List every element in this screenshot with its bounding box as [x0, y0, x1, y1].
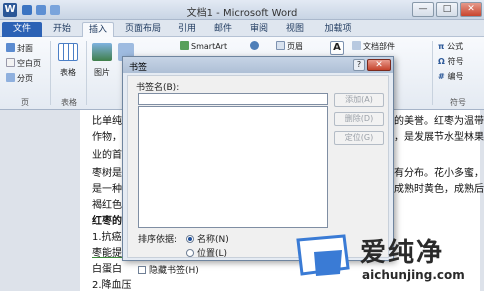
symbol-group-label: 符号 [450, 98, 466, 107]
ribbon-divider [50, 41, 51, 105]
doc-line: 1.抗癌 [92, 232, 122, 243]
delete-button[interactable]: 删除(D) [334, 112, 384, 126]
doc-line: 白蛋白 [92, 264, 122, 275]
doc-line: 的美誉。红枣为温带 [394, 116, 484, 127]
dialog-title-bar[interactable]: 书签 ? ✕ [123, 57, 393, 73]
page-break-icon [6, 73, 15, 82]
tab-references[interactable]: 引用 [172, 22, 202, 37]
doc-line: 2.降血压 [92, 280, 132, 291]
blank-page-icon [6, 58, 15, 67]
blank-page-button[interactable]: 空白页 [6, 58, 41, 69]
help-button[interactable]: ? [353, 59, 365, 71]
watermark-logo-icon [296, 234, 350, 276]
site-watermark: 爱纯净 aichunjing.com [294, 232, 484, 291]
hidden-bookmarks-checkbox[interactable] [138, 265, 146, 274]
header-button[interactable]: 页眉 [276, 41, 303, 52]
tab-page-layout[interactable]: 页面布局 [120, 22, 166, 37]
dialog-body: 书签名(B): 添加(A) 删除(D) 定位(G) 排序依据: 名称(N) 位置… [127, 75, 389, 276]
watermark-name: 爱纯净 [360, 238, 445, 268]
bookmark-name-label: 书签名(B): [136, 83, 180, 93]
sort-by-label: 排序依据: [138, 235, 178, 245]
add-button[interactable]: 添加(A) [334, 93, 384, 107]
doc-line: ，是发展节水型林果 [394, 132, 484, 143]
globe-icon [250, 41, 259, 50]
bookmark-name-input[interactable] [138, 93, 328, 105]
minimize-button[interactable]: — [412, 2, 434, 17]
doc-line: 成熟时黄色，成熟后 [394, 184, 484, 195]
symbol-button[interactable]: Ω 符号 [438, 56, 464, 67]
title-bar: W 文档1 - Microsoft Word — □ ✕ [0, 0, 484, 20]
bookmark-dialog: 书签 ? ✕ 书签名(B): 添加(A) 删除(D) 定位(G) 排序依据: 名… [122, 56, 394, 276]
tab-insert[interactable]: 插入 [82, 22, 114, 37]
sort-by-location-option[interactable]: 位置(L) [186, 246, 227, 259]
ribbon-divider [86, 41, 87, 105]
table-button-label[interactable]: 表格 [60, 67, 76, 78]
table-icon[interactable] [58, 43, 78, 61]
page-break-button[interactable]: 分页 [6, 73, 33, 84]
header-icon [276, 41, 285, 50]
goto-button[interactable]: 定位(G) [334, 131, 384, 145]
maximize-button[interactable]: □ [436, 2, 458, 17]
numbering-button[interactable]: # 编号 [438, 71, 464, 82]
close-button[interactable]: ✕ [460, 2, 482, 17]
doc-parts-icon [352, 41, 361, 50]
doc-line: 作物， [92, 132, 122, 143]
pages-group-label: 页 [21, 98, 29, 107]
tab-review[interactable]: 审阅 [244, 22, 274, 37]
smartart-button[interactable]: SmartArt [180, 41, 227, 51]
table-group-label: 表格 [61, 98, 77, 107]
bookmark-list[interactable] [138, 106, 328, 228]
ribbon-divider [432, 41, 433, 105]
hyperlink-button[interactable] [250, 41, 261, 51]
doc-line: 有分布。花小多蜜， [394, 168, 484, 179]
tab-file[interactable]: 文件 [2, 22, 42, 37]
hidden-bookmarks-option[interactable]: 隐藏书签(H) [138, 263, 199, 276]
smartart-icon [180, 41, 189, 50]
ribbon-tabs: 文件 开始 插入 页面布局 引用 邮件 审阅 视图 加载项 [0, 20, 484, 37]
tab-addins[interactable]: 加载项 [318, 22, 358, 37]
watermark-url: aichunjing.com [362, 268, 465, 282]
pi-icon: π [438, 42, 448, 51]
doc-heading: 红枣的 [92, 216, 122, 227]
dialog-close-button[interactable]: ✕ [367, 59, 391, 71]
radio-unselected[interactable] [186, 248, 194, 257]
picture-icon[interactable] [92, 43, 112, 61]
textbox-icon[interactable]: A [330, 41, 344, 55]
doc-parts-button[interactable]: 文档部件 [352, 41, 395, 52]
picture-button-label[interactable]: 图片 [94, 67, 110, 78]
tab-mailings[interactable]: 邮件 [208, 22, 238, 37]
formula-button[interactable]: π 公式 [438, 41, 463, 52]
dialog-title: 书签 [129, 63, 148, 73]
radio-selected[interactable] [186, 234, 194, 243]
hash-icon: # [438, 72, 448, 81]
omega-icon: Ω [438, 57, 448, 66]
tab-view[interactable]: 视图 [280, 22, 310, 37]
sort-by-name-option[interactable]: 名称(N) [186, 232, 229, 245]
tab-home[interactable]: 开始 [46, 22, 78, 37]
doc-line: 是一种 [92, 184, 122, 195]
cover-page-button[interactable]: 封面 [6, 43, 33, 54]
cover-page-icon [6, 43, 15, 52]
